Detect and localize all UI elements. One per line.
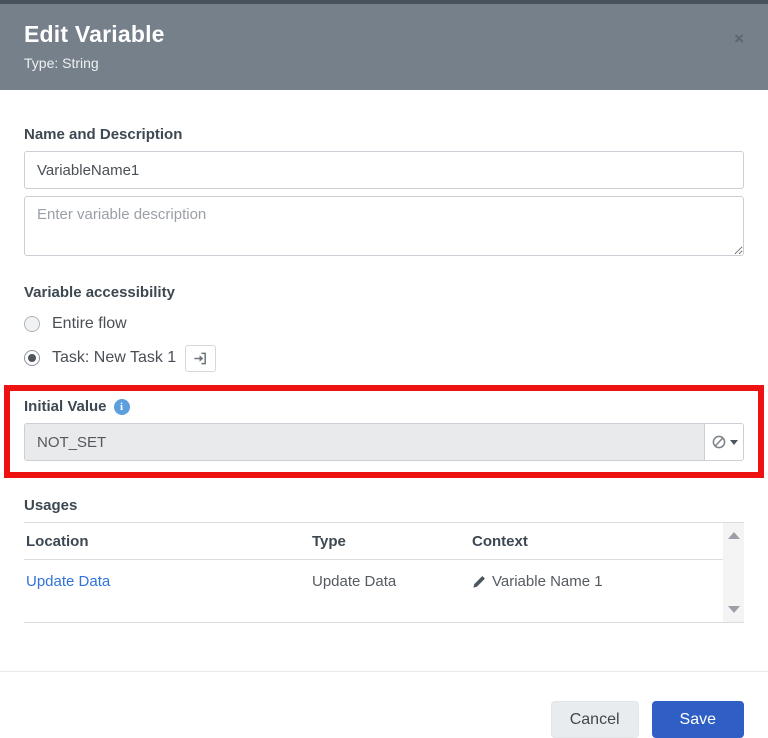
radio-entire-flow-label: Entire flow [52,315,127,333]
go-to-task-button[interactable] [185,345,216,372]
usages-section: Usages Location Type Context Update Data… [24,497,744,623]
close-icon[interactable]: × [734,30,744,47]
accessibility-option-entire-flow: Entire flow [24,313,744,335]
not-set-slash-circle-icon [711,434,727,450]
radio-task-label: Task: New Task 1 [52,349,176,367]
initial-value-label: Initial Value [24,398,107,415]
usage-context-text: Variable Name 1 [492,573,603,590]
usage-location-link[interactable]: Update Data [26,573,110,590]
cancel-button[interactable]: Cancel [551,701,639,738]
radio-task[interactable] [24,350,40,366]
usages-table: Location Type Context Update Data Update… [24,522,744,623]
edit-variable-dialog: Edit Variable Type: String × Name and De… [0,0,768,738]
initial-value-highlight-annotation: Initial Value i [4,385,764,478]
initial-value-input-group [24,423,744,461]
dialog-body: Name and Description Variable accessibil… [0,90,768,631]
dialog-subtitle: Type: String [24,55,744,71]
chevron-down-icon [730,440,738,445]
initial-value-input[interactable] [25,424,705,460]
variable-name-input[interactable] [24,151,744,189]
usage-location-cell: Update Data [26,560,312,603]
usages-table-main: Location Type Context Update Data Update… [24,523,723,622]
table-scrollbar[interactable] [723,523,744,622]
column-header-context: Context [472,523,721,559]
usages-table-header: Location Type Context [24,523,723,560]
dialog-title: Edit Variable [24,21,744,48]
radio-entire-flow[interactable] [24,316,40,332]
pencil-icon [472,575,486,589]
initial-value-label-row: Initial Value i [24,398,744,415]
dialog-header: Edit Variable Type: String × [0,4,768,90]
dialog-footer: Cancel Save [0,671,768,738]
table-row: Update Data Update Data Variable Name 1 [24,560,723,603]
usage-context-cell: Variable Name 1 [472,560,721,603]
scroll-up-icon[interactable] [728,532,740,539]
accessibility-section: Variable accessibility Entire flow Task:… [24,284,744,369]
save-button[interactable]: Save [652,701,744,738]
usage-type-cell: Update Data [312,560,472,603]
initial-value-dropdown-button[interactable] [705,424,743,460]
info-icon[interactable]: i [114,399,130,415]
name-description-label: Name and Description [24,126,744,143]
sign-in-arrow-icon [193,351,208,366]
column-header-type: Type [312,523,472,559]
usages-label: Usages [24,497,744,514]
scroll-down-icon[interactable] [728,606,740,613]
name-description-section: Name and Description [24,126,744,261]
column-header-location: Location [26,523,312,559]
variable-description-textarea[interactable] [24,196,744,256]
accessibility-label: Variable accessibility [24,284,744,301]
accessibility-option-task: Task: New Task 1 [24,347,744,369]
